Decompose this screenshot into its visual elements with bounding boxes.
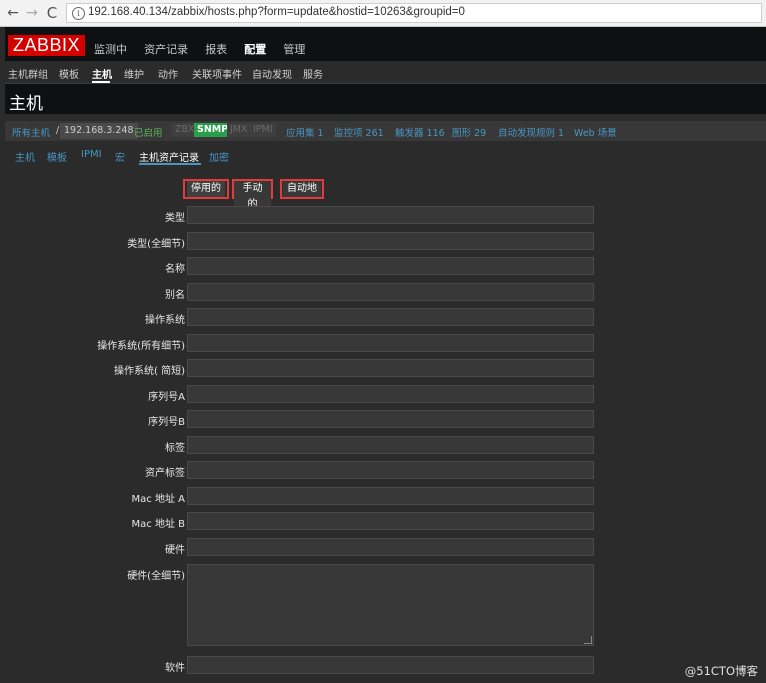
link-triggers[interactable]: 触发器 116 (395, 125, 445, 139)
submenu-discovery[interactable]: 自动发现 (252, 66, 292, 81)
field-os-input[interactable] (187, 308, 594, 326)
field-label-mac-b: Mac 地址 B (131, 519, 185, 530)
submenu-actions[interactable]: 动作 (158, 66, 178, 81)
breadcrumb-host-ip[interactable]: 192.168.3.248 (60, 123, 138, 139)
menu-administration[interactable]: 管理 (283, 41, 305, 57)
tab-encryption[interactable]: 加密 (209, 149, 229, 164)
field-label-serial-a: 序列号A (148, 392, 185, 403)
field-serial-b-input[interactable] (187, 410, 594, 428)
page-title: 主机 (9, 94, 43, 114)
field-label-mac-a: Mac 地址 A (131, 494, 185, 505)
field-alias-input[interactable] (187, 283, 594, 301)
url-text[interactable]: 192.168.40.134/zabbix/hosts.php?form=upd… (88, 6, 465, 18)
link-graphs[interactable]: 图形 29 (452, 125, 486, 139)
menu-reports[interactable]: 报表 (205, 41, 227, 57)
field-label-name: 名称 (165, 264, 185, 275)
field-label-tag: 标签 (165, 443, 185, 454)
info-icon[interactable]: i (72, 7, 85, 20)
submenu-event-correlation[interactable]: 关联项事件 (192, 66, 242, 81)
resize-handle-icon[interactable] (584, 636, 592, 644)
main-menu: 监测中 资产记录 报表 配置 管理 (94, 38, 317, 57)
page-header: 主机 (5, 84, 766, 114)
top-navigation: ZABBIX 监测中 资产记录 报表 配置 管理 (5, 27, 766, 61)
zabbix-logo[interactable]: ZABBIX (8, 35, 86, 56)
active-submenu-indicator (92, 81, 110, 83)
field-type-input[interactable] (187, 206, 594, 224)
field-label-hardware: 硬件 (165, 545, 185, 556)
submenu-maintenance[interactable]: 维护 (124, 66, 144, 81)
tab-ipmi[interactable]: IPMI (81, 149, 102, 160)
host-status-enabled[interactable]: 已启用 (134, 125, 163, 139)
tab-host[interactable]: 主机 (15, 149, 35, 164)
inventory-form: 停用的 手动的 自动地 类型 类型(全细节) 名称 别名 操作系统 操作系统(所… (5, 167, 766, 683)
inventory-mode-disabled-label: 停用的 (187, 181, 225, 197)
active-tab-indicator (139, 163, 201, 165)
field-software-input[interactable] (187, 656, 594, 674)
field-hardware-full-textarea[interactable] (187, 564, 594, 646)
menu-inventory[interactable]: 资产记录 (144, 41, 188, 57)
breadcrumb-all-hosts[interactable]: 所有主机 (12, 125, 50, 139)
host-breadcrumb: 所有主机 / 192.168.3.248 已启用 ZBX SNMP JMX IP… (5, 121, 766, 141)
field-label-serial-b: 序列号B (148, 417, 185, 428)
field-type-full-input[interactable] (187, 232, 594, 250)
zabbix-app: ZABBIX 监测中 资产记录 报表 配置 管理 主机群组 模板 主机 维护 动… (5, 27, 766, 683)
tab-templates[interactable]: 模板 (47, 149, 67, 164)
link-items[interactable]: 监控项 261 (334, 125, 384, 139)
field-label-type: 类型 (165, 213, 185, 224)
field-label-alias: 别名 (165, 290, 185, 301)
reload-icon[interactable]: C (44, 4, 60, 22)
address-bar[interactable]: i 192.168.40.134/zabbix/hosts.php?form=u… (66, 3, 762, 23)
host-tabs: 主机 模板 IPMI 宏 主机资产记录 加密 (5, 145, 766, 165)
submenu-services[interactable]: 服务 (303, 66, 323, 81)
field-mac-b-input[interactable] (187, 512, 594, 530)
tab-macros[interactable]: 宏 (115, 149, 125, 164)
back-arrow-icon[interactable]: ← (5, 4, 21, 22)
menu-monitoring[interactable]: 监测中 (94, 41, 127, 57)
submenu-templates[interactable]: 模板 (59, 66, 79, 81)
field-tag-input[interactable] (187, 436, 594, 454)
snmp-availability-badge: SNMP (194, 123, 232, 137)
field-label-hardware-full: 硬件(全细节) (127, 571, 185, 582)
field-name-input[interactable] (187, 257, 594, 275)
link-web-scenarios[interactable]: Web 场景 (574, 125, 617, 139)
field-hardware-input[interactable] (187, 538, 594, 556)
breadcrumb-separator: / (56, 125, 60, 136)
ipmi-availability-badge: IPMI (250, 123, 276, 137)
inventory-mode-automatic-label: 自动地 (283, 181, 321, 197)
field-label-asset-tag: 资产标签 (145, 468, 185, 479)
inventory-mode-disabled-button[interactable]: 停用的 (183, 179, 229, 199)
field-os-full-input[interactable] (187, 334, 594, 352)
field-label-os-full: 操作系统(所有细节) (97, 341, 185, 352)
field-mac-a-input[interactable] (187, 487, 594, 505)
field-label-os: 操作系统 (145, 315, 185, 326)
forward-arrow-icon[interactable]: → (24, 4, 40, 22)
jmx-availability-badge: JMX (227, 123, 251, 137)
field-serial-a-input[interactable] (187, 385, 594, 403)
link-applications[interactable]: 应用集 1 (286, 125, 324, 139)
sub-menu: 主机群组 模板 主机 维护 动作 关联项事件 自动发现 服务 (5, 61, 766, 84)
browser-toolbar: ← → C i 192.168.40.134/zabbix/hosts.php?… (0, 0, 766, 27)
submenu-host-groups[interactable]: 主机群组 (8, 66, 48, 81)
link-discovery-rules[interactable]: 自动发现规则 1 (498, 125, 564, 139)
field-label-os-short: 操作系统( 简短) (114, 366, 185, 377)
menu-configuration[interactable]: 配置 (244, 41, 266, 57)
field-label-type-full: 类型(全细节) (127, 239, 185, 250)
field-label-software: 软件 (165, 663, 185, 674)
submenu-hosts[interactable]: 主机 (92, 66, 112, 81)
field-asset-tag-input[interactable] (187, 461, 594, 479)
tab-host-inventory[interactable]: 主机资产记录 (139, 149, 199, 164)
inventory-mode-automatic-button[interactable]: 自动地 (280, 179, 324, 199)
field-os-short-input[interactable] (187, 359, 594, 377)
inventory-mode-manual-button[interactable]: 手动的 (232, 179, 273, 213)
watermark: @51CTO博客 (684, 664, 758, 678)
